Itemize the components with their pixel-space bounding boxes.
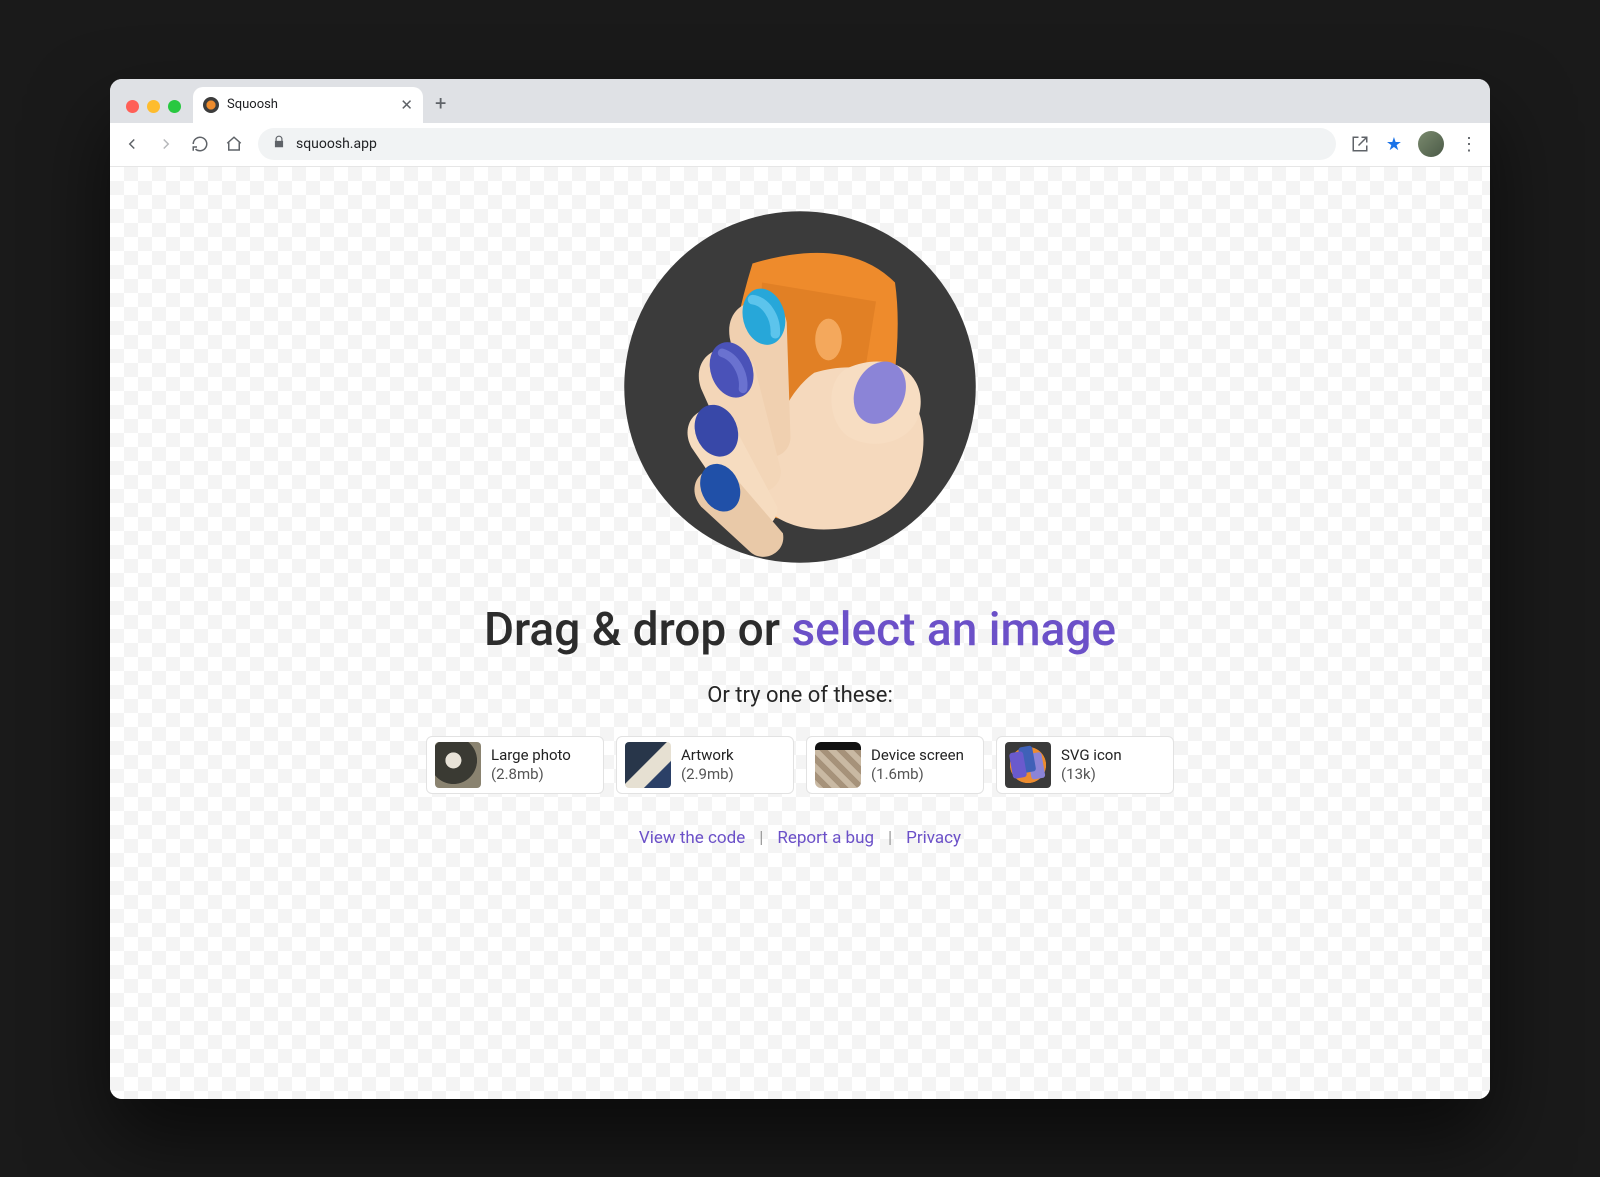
sample-label: Device screen	[871, 746, 964, 765]
sample-size: (13k)	[1061, 765, 1122, 784]
browser-window: Squoosh ✕ + squoosh.app ★	[110, 79, 1490, 1099]
window-controls	[120, 100, 187, 123]
sample-label: Large photo	[491, 746, 571, 765]
toolbar-right: ★ ⋮	[1350, 131, 1478, 157]
sample-artwork[interactable]: Artwork (2.9mb)	[616, 736, 794, 794]
minimize-window-button[interactable]	[147, 100, 160, 113]
bookmark-star-icon[interactable]: ★	[1386, 134, 1402, 155]
menu-icon[interactable]: ⋮	[1460, 134, 1478, 155]
sample-size: (2.8mb)	[491, 765, 571, 784]
sample-row: Large photo (2.8mb) Artwork (2.9mb) Devi…	[426, 736, 1174, 794]
select-image-link[interactable]: select an image	[791, 603, 1116, 657]
report-bug-link[interactable]: Report a bug	[777, 828, 874, 848]
close-window-button[interactable]	[126, 100, 139, 113]
squoosh-logo	[610, 197, 990, 577]
thumbnail-icon	[435, 742, 481, 788]
open-external-icon[interactable]	[1350, 134, 1370, 154]
profile-avatar[interactable]	[1418, 131, 1444, 157]
close-tab-icon[interactable]: ✕	[400, 96, 413, 114]
sample-svg-icon[interactable]: SVG icon (13k)	[996, 736, 1174, 794]
reload-button[interactable]	[190, 134, 210, 154]
url-text: squoosh.app	[296, 136, 377, 152]
view-code-link[interactable]: View the code	[639, 828, 745, 848]
browser-tab[interactable]: Squoosh ✕	[193, 87, 423, 123]
headline-prefix: Drag & drop or	[484, 603, 792, 657]
tab-strip: Squoosh ✕ +	[110, 79, 1490, 123]
sample-large-photo[interactable]: Large photo (2.8mb)	[426, 736, 604, 794]
separator-icon: |	[759, 828, 763, 848]
sample-size: (2.9mb)	[681, 765, 734, 784]
browser-toolbar: squoosh.app ★ ⋮	[110, 123, 1490, 167]
address-bar[interactable]: squoosh.app	[258, 128, 1336, 160]
sample-device-screen[interactable]: Device screen (1.6mb)	[806, 736, 984, 794]
separator-icon: |	[888, 828, 892, 848]
try-subtitle: Or try one of these:	[707, 683, 893, 708]
back-button[interactable]	[122, 134, 142, 154]
new-tab-button[interactable]: +	[429, 91, 456, 123]
tab-title: Squoosh	[227, 97, 392, 112]
forward-button[interactable]	[156, 134, 176, 154]
drop-headline: Drag & drop or select an image	[484, 603, 1116, 657]
lock-icon	[272, 135, 286, 153]
footer-links: View the code | Report a bug | Privacy	[639, 828, 961, 848]
page-content: Drag & drop or select an image Or try on…	[110, 167, 1490, 1099]
thumbnail-icon	[1005, 742, 1051, 788]
thumbnail-icon	[815, 742, 861, 788]
maximize-window-button[interactable]	[168, 100, 181, 113]
thumbnail-icon	[625, 742, 671, 788]
favicon-icon	[203, 97, 219, 113]
sample-size: (1.6mb)	[871, 765, 964, 784]
sample-label: Artwork	[681, 746, 734, 765]
home-button[interactable]	[224, 134, 244, 154]
privacy-link[interactable]: Privacy	[906, 828, 961, 848]
sample-label: SVG icon	[1061, 746, 1122, 765]
